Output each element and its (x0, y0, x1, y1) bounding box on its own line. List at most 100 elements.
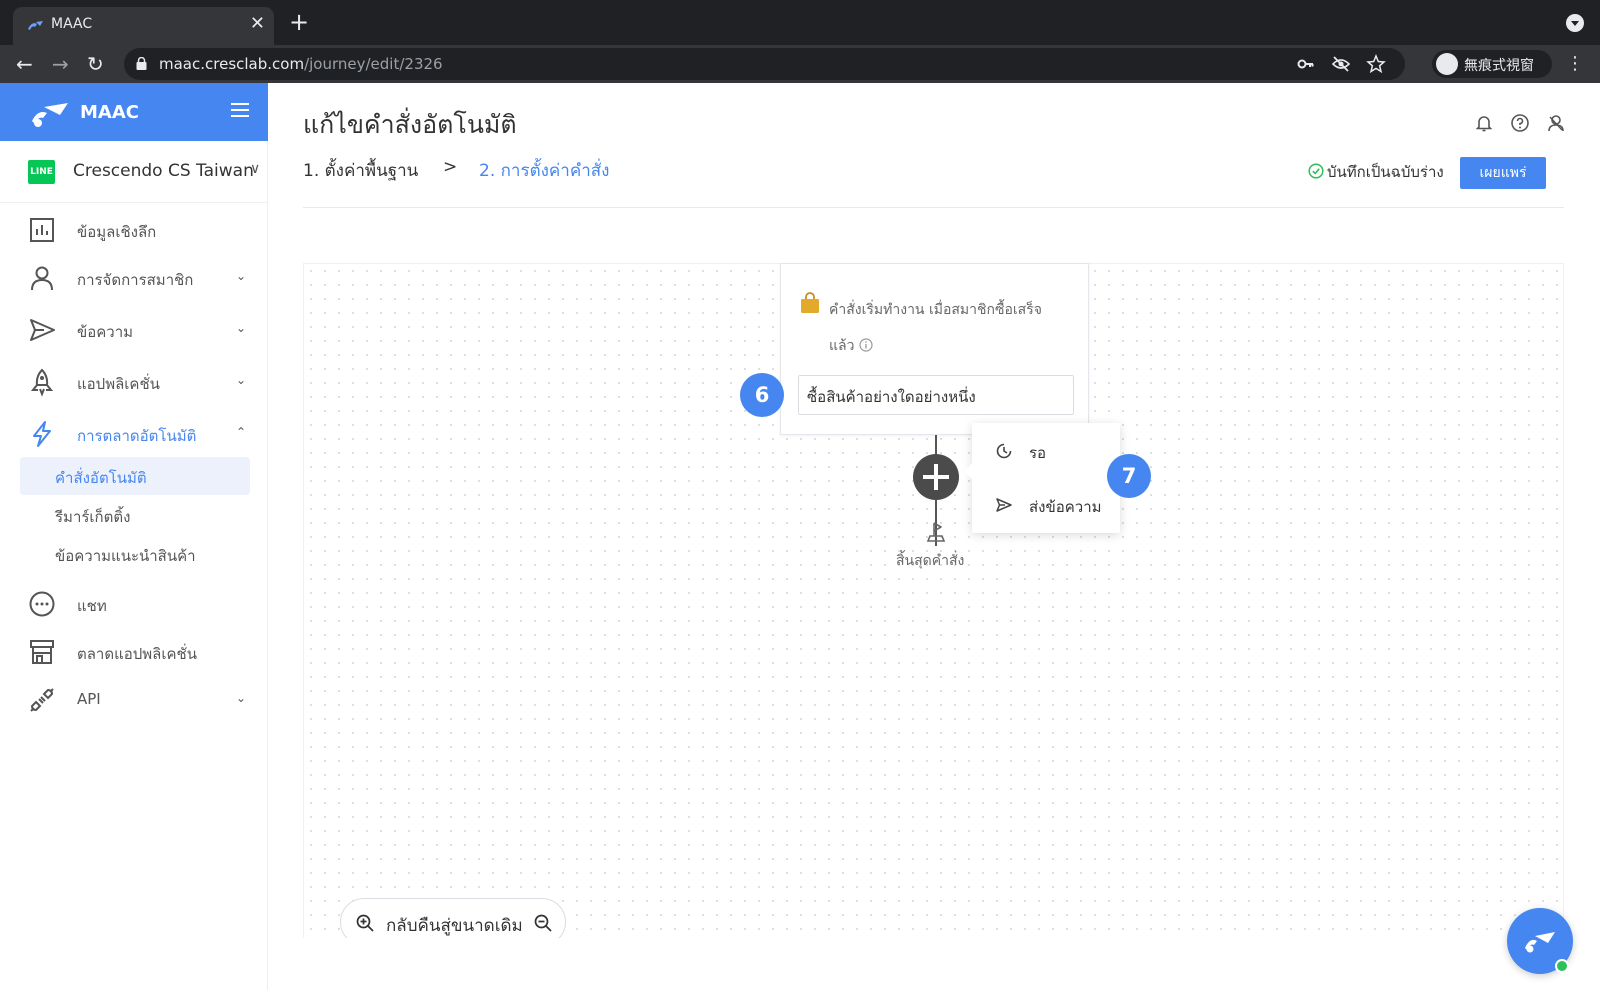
chat-icon (29, 591, 55, 617)
lock-icon (136, 57, 147, 70)
check-circle-icon (1308, 163, 1324, 179)
sidebar-item-api[interactable]: API ⌄ (0, 677, 268, 725)
key-icon[interactable] (1296, 54, 1316, 74)
trigger-line-2: แล้ว (829, 338, 855, 354)
sidebar-item-messages[interactable]: ข้อความ ⌄ (0, 307, 268, 355)
step-command-settings[interactable]: 2. การตั้งค่าคำสั่ง (479, 157, 609, 184)
url-text: maac.cresclab.com/journey/edit/2326 (159, 55, 443, 73)
account-name: Crescendo CS Taiwan (73, 161, 254, 181)
browser-tab-strip: MAAC ✕ + (0, 0, 1600, 45)
bell-icon[interactable] (1474, 113, 1494, 133)
menu-item-send-message[interactable]: ส่งข้อความ (972, 485, 1120, 525)
address-bar[interactable]: maac.cresclab.com/journey/edit/2326 (124, 48, 1405, 80)
brand-header: MAAC (0, 83, 268, 141)
url-host: maac.cresclab.com (159, 55, 305, 73)
maac-logo-icon (1525, 932, 1555, 953)
reset-zoom-button[interactable]: กลับคืนสู่ขนาดเดิม (386, 912, 523, 939)
end-flag-icon (926, 522, 946, 542)
step-badge-7: 7 (1107, 454, 1151, 498)
lightning-icon (33, 421, 51, 447)
sidebar-item-label: ข้อมูลเชิงลึก (77, 223, 157, 241)
sidebar-item-applications[interactable]: แอปพลิเคชั่น ⌄ (0, 359, 268, 407)
account-switcher[interactable]: LINE Crescendo CS Taiwan ∨ (0, 141, 268, 203)
insights-chart-icon (30, 218, 54, 242)
menu-item-wait[interactable]: รอ (972, 431, 1120, 471)
forward-icon[interactable]: → (52, 51, 69, 77)
sidebar-item-label: การตลาดอัตโนมัติ (77, 427, 197, 445)
sidebar-item-label: แชท (77, 597, 107, 615)
trigger-condition-field[interactable]: ซื้อสินค้าอย่างใดอย่างหนึ่ง (798, 375, 1074, 415)
menu-item-label: ส่งข้อความ (1029, 498, 1102, 516)
sub-item-label: รีมาร์เก็ตติ้ง (55, 508, 131, 526)
api-plug-icon (30, 688, 54, 712)
tab-title: MAAC (51, 16, 93, 32)
zoom-out-icon[interactable] (533, 913, 553, 933)
save-draft-label: บันทึกเป็นฉบับร่าง (1327, 163, 1444, 181)
maac-favicon-icon (28, 21, 43, 30)
shopping-bag-icon (801, 292, 819, 313)
browser-tab[interactable]: MAAC ✕ (13, 7, 274, 45)
incognito-icon (1436, 53, 1458, 75)
sidebar-item-chat[interactable]: แชท (0, 581, 268, 629)
brand-name: MAAC (80, 102, 139, 123)
step-badge-6: 6 (740, 373, 784, 417)
publish-button[interactable]: เผยแพร่ (1460, 157, 1546, 189)
url-path: /journey/edit/2326 (304, 55, 443, 73)
sidebar-item-label: ข้อความ (77, 323, 134, 341)
sidebar: MAAC LINE Crescendo CS Taiwan ∨ ข้อมูลเช… (0, 83, 268, 990)
tab-search-icon[interactable] (1566, 14, 1584, 32)
info-icon[interactable] (859, 338, 873, 352)
sub-item-label: คำสั่งอัตโนมัติ (55, 469, 147, 487)
new-tab-button[interactable]: + (289, 9, 309, 35)
sub-item-label: ข้อความแนะนำสินค้า (55, 547, 196, 565)
close-tab-icon[interactable]: ✕ (250, 13, 265, 35)
star-icon[interactable] (1366, 54, 1386, 74)
incognito-profile-chip[interactable]: 無痕式視窗 (1432, 50, 1552, 78)
step-separator: > (443, 157, 458, 177)
sub-item-auto-command[interactable]: คำสั่งอัตโนมัติ (20, 457, 250, 495)
user-account-icon[interactable] (1546, 113, 1566, 133)
end-node-label: สิ้นสุดคำสั่ง (896, 553, 965, 569)
save-draft-status[interactable]: บันทึกเป็นฉบับร่าง (1308, 160, 1444, 184)
add-step-menu: รอ ส่งข้อความ (964, 423, 1120, 533)
online-status-dot (1555, 959, 1569, 973)
sidebar-item-label: API (77, 690, 101, 708)
profile-label: 無痕式視窗 (1464, 58, 1534, 74)
rocket-icon (30, 368, 54, 397)
send-icon (996, 498, 1012, 512)
trigger-line-1: คำสั่งเริ่มทำงาน เมื่อสมาชิกซื้อเสร็จ (829, 302, 1042, 318)
line-logo-icon: LINE (28, 160, 55, 184)
step-basic-settings[interactable]: 1. ตั้งค่าพื้นฐาน (303, 157, 418, 184)
member-icon (31, 266, 53, 291)
sidebar-item-label: การจัดการสมาชิก (77, 271, 194, 289)
trigger-description: คำสั่งเริ่มทำงาน เมื่อสมาชิกซื้อเสร็จ แล… (829, 292, 1074, 364)
browser-toolbar: ← → ↻ maac.cresclab.com/journey/edit/232… (0, 45, 1600, 83)
menu-item-label: รอ (1029, 444, 1047, 462)
reload-icon[interactable]: ↻ (87, 51, 104, 77)
page-title: แก้ไขคำสั่งอัตโนมัติ (303, 110, 517, 139)
sub-item-product-recommendation[interactable]: ข้อความแนะนำสินค้า (20, 535, 250, 573)
browser-menu-icon[interactable]: ⋮ (1566, 51, 1584, 77)
chevron-up-icon: ⌃ (236, 425, 247, 439)
sub-item-remarketing[interactable]: รีมาร์เก็ตติ้ง (20, 496, 250, 534)
maac-logo-icon (32, 103, 68, 127)
header-divider (303, 207, 1564, 208)
send-icon (30, 319, 55, 341)
sidebar-item-insights[interactable]: ข้อมูลเชิงลึก (0, 207, 268, 255)
sidebar-item-label: ตลาดแอปพลิเคชั่น (77, 645, 197, 663)
help-icon[interactable] (1510, 113, 1530, 133)
sidebar-item-app-market[interactable]: ตลาดแอปพลิเคชั่น (0, 629, 268, 677)
eye-off-icon[interactable] (1331, 54, 1351, 74)
trigger-node-card[interactable]: คำสั่งเริ่มทำงาน เมื่อสมาชิกซื้อเสร็จ แล… (780, 263, 1089, 435)
back-icon[interactable]: ← (16, 51, 33, 77)
add-node-button[interactable] (913, 454, 959, 500)
menu-toggle-icon[interactable] (231, 103, 249, 119)
zoom-in-icon[interactable] (355, 913, 375, 933)
sidebar-item-label: แอปพลิเคชั่น (77, 375, 160, 393)
chevron-down-icon: ⌄ (236, 269, 247, 283)
sidebar-item-marketing-automation[interactable]: การตลาดอัตโนมัติ ⌃ (0, 411, 268, 459)
sidebar-item-members[interactable]: การจัดการสมาชิก ⌄ (0, 255, 268, 303)
chevron-down-icon: ∨ (250, 161, 261, 177)
canvas-bottom-mask (300, 938, 1580, 990)
clock-icon (996, 443, 1012, 459)
